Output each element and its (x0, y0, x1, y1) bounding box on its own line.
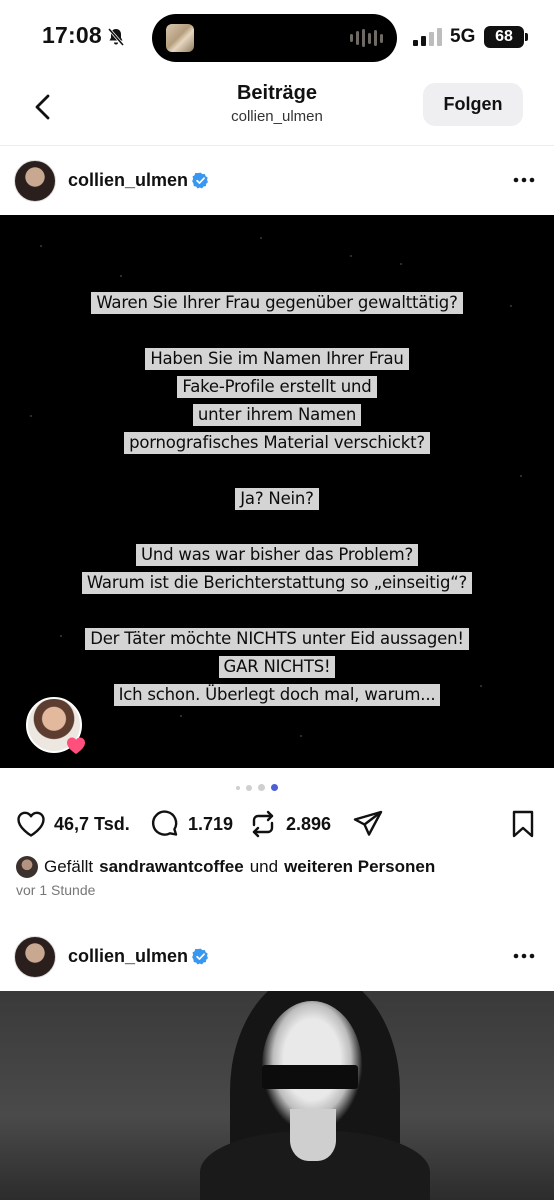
heart-icon (17, 811, 45, 837)
overlay-text-line: Haben Sie im Namen Ihrer Frau (145, 348, 409, 370)
overlay-text-line: Ja? Nein? (235, 488, 319, 510)
signal-icon (413, 28, 442, 46)
reposts-count: 2.896 (286, 813, 332, 834)
avatar[interactable] (14, 936, 56, 978)
repost-icon (252, 810, 274, 838)
status-bar: 17:08 5G 68 (0, 0, 554, 70)
overlay-text-line: Der Täter möchte NICHTS unter Eid aussag… (85, 628, 469, 650)
liked-by-line[interactable]: Gefällt sandrawantcoffee und weiteren Pe… (16, 855, 435, 879)
audio-waveform-icon (350, 28, 383, 48)
post-image[interactable] (0, 991, 554, 1200)
bookmark-icon[interactable] (510, 809, 536, 839)
carousel-dots (236, 784, 278, 791)
post-header: collien_ulmen (0, 146, 554, 216)
comment-icon (151, 810, 178, 836)
verified-badge-icon (192, 948, 208, 965)
overlay-text-line: unter ihrem Namen (192, 404, 362, 426)
more-options-icon[interactable] (512, 174, 536, 186)
photo-tape (262, 1065, 358, 1089)
post-username[interactable]: collien_ulmen (68, 170, 188, 191)
now-playing-artwork (166, 24, 194, 52)
dynamic-island[interactable] (152, 14, 397, 62)
overlay-text-line: GAR NICHTS! (218, 656, 336, 678)
overlay-text-line: Ich schon. Überlegt doch mal, warum... (113, 684, 441, 706)
comment-action[interactable]: 1.719 (150, 806, 233, 842)
overlay-text-line: Und was war bisher das Problem? (135, 544, 419, 566)
overlay-text-line: pornografisches Material verschickt? (124, 432, 430, 454)
overlay-text-line: Waren Sie Ihrer Frau gegenüber gewalttät… (91, 292, 463, 314)
liked-by-and: und (249, 857, 279, 876)
liked-by-prefix: Gefällt (44, 857, 94, 876)
share-action[interactable] (352, 806, 384, 842)
more-options-icon[interactable] (512, 950, 536, 962)
liker-avatar (16, 856, 38, 878)
follow-button[interactable]: Folgen (423, 83, 523, 126)
network-type: 5G (450, 26, 476, 47)
status-time: 17:08 (42, 22, 102, 48)
liked-by-others[interactable]: weiteren Personen (284, 857, 435, 877)
send-icon (353, 810, 383, 836)
repost-action[interactable]: 2.896 (248, 806, 331, 842)
like-action[interactable]: 46,7 Tsd. (16, 806, 130, 842)
overlay-text-line: Warum ist die Berichterstattung so „eins… (81, 572, 473, 594)
avatar[interactable] (14, 160, 56, 202)
nav-header: Beiträge collien_ulmen Folgen (0, 70, 554, 146)
post-image[interactable]: Waren Sie Ihrer Frau gegenüber gewalttät… (0, 215, 554, 768)
post-username[interactable]: collien_ulmen (68, 946, 188, 967)
post-timestamp: vor 1 Stunde (16, 882, 96, 898)
battery-indicator: 68 (484, 26, 528, 48)
bell-slash-icon (107, 28, 125, 46)
heart-badge-icon (67, 737, 85, 754)
likes-count: 46,7 Tsd. (54, 813, 130, 834)
photo-neck (290, 1109, 336, 1161)
verified-badge-icon (192, 172, 208, 189)
post-actions: 46,7 Tsd. 1.719 2.896 (0, 806, 554, 846)
overlay-text: Waren Sie Ihrer Frau gegenüber gewalttät… (0, 289, 554, 709)
liked-by-user[interactable]: sandrawantcoffee (99, 857, 244, 877)
comments-count: 1.719 (188, 813, 234, 834)
overlay-text-line: Fake-Profile erstellt und (177, 376, 377, 398)
post-header: collien_ulmen (0, 922, 554, 992)
